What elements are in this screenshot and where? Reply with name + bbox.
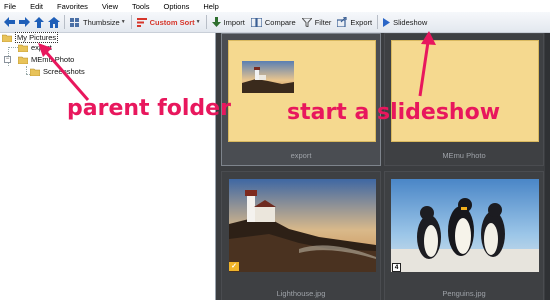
arrow-to-slideshow [418, 41, 430, 97]
annotation-arrows [38, 31, 436, 101]
annotation-start-slideshow: start a slideshow [287, 100, 501, 125]
arrow-to-parent-folder [44, 51, 90, 101]
annotation-parent-folder: parent folder [67, 96, 231, 121]
arrowhead-icon [421, 31, 436, 45]
